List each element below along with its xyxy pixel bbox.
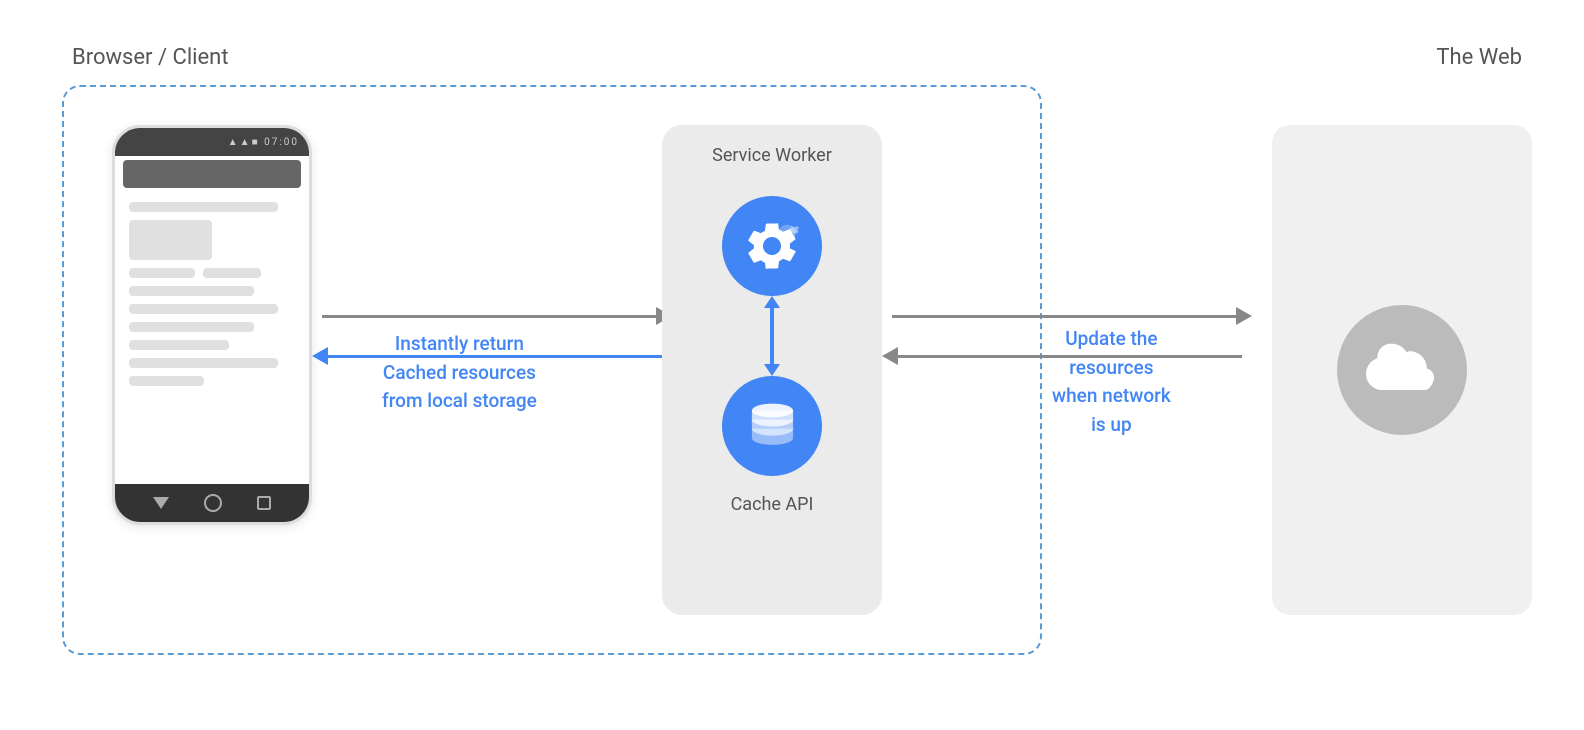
phone-line-medium1 <box>129 286 254 296</box>
service-worker-box: Service Worker Cache API <box>662 125 882 615</box>
arrow-phone-to-sw <box>322 315 662 318</box>
phone-line-xshort <box>129 376 204 386</box>
phone-mockup: ▲▲■ 07:00 <box>112 125 312 525</box>
resources-text: resources <box>1069 356 1153 379</box>
phone-line-medium2 <box>129 322 254 332</box>
update-the-text: Update the <box>1065 327 1157 350</box>
update-resources-text: Update the resources when network is up <box>1052 325 1171 439</box>
service-worker-label: Service Worker <box>712 145 832 166</box>
cache-icon <box>745 399 800 454</box>
cloud-circle <box>1337 305 1467 435</box>
web-box <box>1272 125 1532 615</box>
cache-api-label: Cache API <box>731 494 814 515</box>
phone-status-bar: ▲▲■ 07:00 <box>115 128 309 156</box>
diagram-container: Browser / Client The Web ▲▲■ 07:00 <box>42 35 1542 695</box>
phone-line-short3 <box>129 340 229 350</box>
gear-circle <box>722 196 822 296</box>
phone-line-long2 <box>129 358 278 368</box>
web-label: The Web <box>1436 45 1522 70</box>
cached-resources-label: Cached resources <box>383 361 536 384</box>
phone-line-long1 <box>129 304 278 314</box>
cloud-icon <box>1362 340 1442 400</box>
from-local-storage-text: from local storage <box>382 389 537 412</box>
phone-content-line <box>129 202 278 212</box>
nav-back-icon <box>153 497 169 509</box>
when-network-text: when network <box>1052 384 1171 407</box>
instantly-return-text: Instantly return <box>395 332 524 355</box>
phone-content-block <box>129 220 212 260</box>
status-icons: ▲▲■ 07:00 <box>228 137 299 148</box>
cached-resources-text: Instantly return Cached resources from l… <box>382 330 537 416</box>
phone-content <box>115 192 309 484</box>
phone-line-short1 <box>129 268 195 278</box>
browser-client-label: Browser / Client <box>72 45 229 70</box>
is-up-text: is up <box>1091 413 1132 436</box>
cache-api-circle <box>722 376 822 476</box>
arrow-sw-to-web <box>892 315 1242 318</box>
phone-address-bar <box>123 160 301 188</box>
phone-line-short2 <box>203 268 261 278</box>
gear-icon <box>742 216 802 276</box>
nav-recent-icon <box>257 496 271 510</box>
sw-vertical-arrow <box>770 306 774 366</box>
phone-bottom-nav <box>115 484 309 522</box>
nav-home-icon <box>204 494 222 512</box>
